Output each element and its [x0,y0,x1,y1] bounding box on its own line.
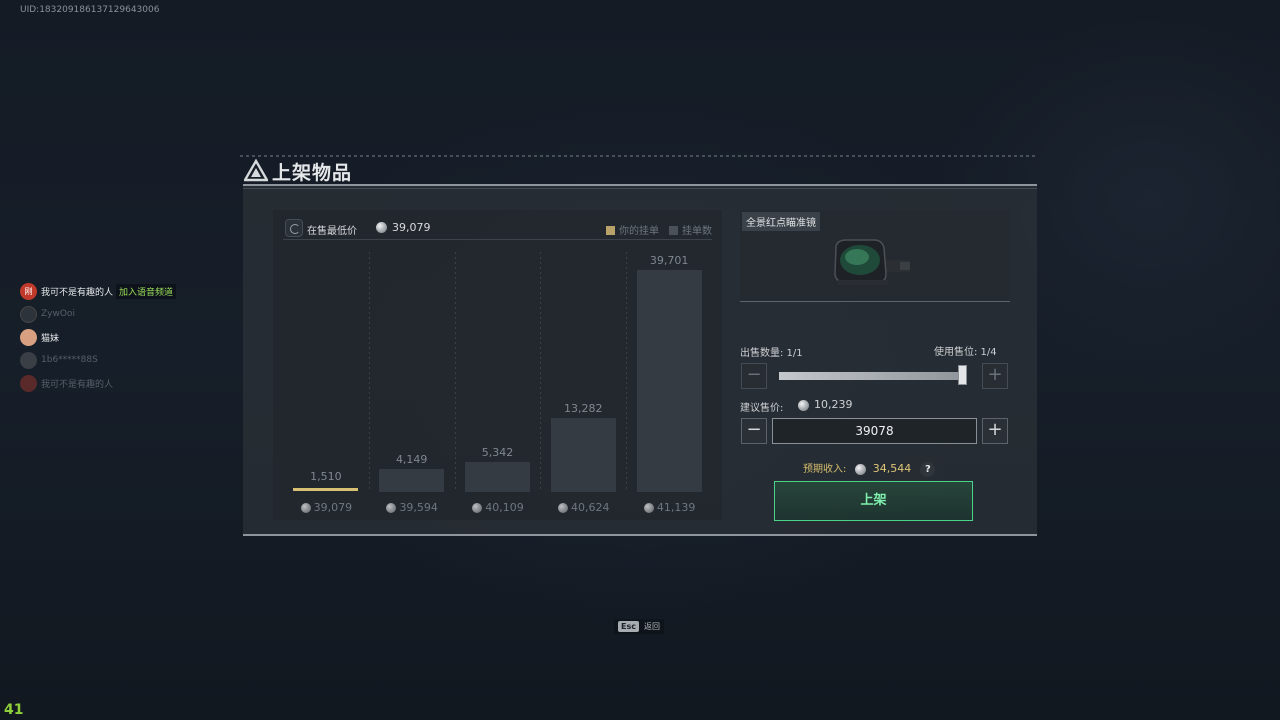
expected-income-label: 预期收入: [803,464,847,475]
quantity-slider[interactable] [779,372,965,380]
coin-icon [300,503,311,513]
bar-value-label: 39,701 [649,254,689,267]
legend-swatch [606,226,615,235]
x-tick-text: 39,079 [313,501,353,514]
expected-income-value: 34,544 [872,462,912,475]
coin-icon [472,503,483,513]
x-tick-label: 41,139 [627,501,712,514]
avatar [20,305,37,323]
quantity-slider-handle[interactable] [958,365,967,385]
x-tick-text: 39,594 [399,501,438,514]
refresh-icon[interactable] [285,219,303,237]
help-icon[interactable]: ? [920,462,936,477]
bar-value-label: 4,149 [395,452,428,466]
chart-header: 在售最低价 39,079 你的挂单 挂单数 [283,216,712,240]
item-name: 全景红点瞄准镜 [742,212,820,231]
grid-line [626,252,628,492]
red-dot-sight-icon [834,239,910,285]
esc-key-icon: Esc [618,621,639,632]
avatar [20,374,37,392]
suggested-price-value: 10,239 [814,398,853,411]
divider [243,188,1037,189]
voice-user-name: 1b6*****88S [41,355,98,365]
fps-counter: 41 [4,702,24,718]
price-decrease-button[interactable]: − [741,418,767,444]
voice-user: 我可不是有趣的人 [20,374,220,392]
price-input[interactable]: 39078 [772,418,977,444]
avatar: 刚 [20,282,37,300]
chart-bar[interactable] [465,462,530,492]
chart-legend: 你的挂单 挂单数 [606,222,712,237]
legend-item-yours: 你的挂单 [606,222,659,237]
x-tick-label: 40,624 [541,501,626,514]
avatar [20,351,37,369]
x-tick-text: 40,624 [571,501,610,514]
voice-user: 1b6*****88S [20,351,220,369]
grid-line [454,252,456,492]
chart-bar[interactable] [550,417,616,492]
voice-user-name: 我可不是有趣的人 [41,379,114,390]
used-slots-label: 使用售位: 1/4 [934,347,997,358]
voice-user: 刚 我可不是有趣的人 加入语音频道 [20,282,220,300]
divider [240,155,1038,157]
chart-bar[interactable] [636,270,702,492]
quantity-decrease-button[interactable]: − [741,363,767,389]
price-increase-button[interactable]: + [982,418,1008,444]
dialog-title: 上架物品 [272,162,353,184]
dialog-header: 上架物品 [240,155,1038,185]
join-voice-link[interactable]: 加入语音频道 [116,283,177,299]
chart-bar[interactable] [379,468,445,492]
voice-user-name: ZywOoi [41,309,75,319]
voice-user-name: 猫妹 [41,333,60,344]
voice-user-name: 我可不是有趣的人 [41,287,114,298]
coin-icon [558,503,569,513]
uid-label: UID:1832091861371296430​06 [20,5,160,15]
bar-value-label: 5,342 [481,446,514,460]
bar-value-label: 13,282 [564,401,603,415]
x-tick-text: 40,109 [485,501,524,514]
x-tick-label: 39,594 [370,501,455,514]
esc-back-hint[interactable]: Esc 返回 [614,619,664,634]
sell-quantity-label: 出售数量: 1/1 [740,348,803,359]
x-tick-text: 41,139 [656,501,696,514]
triangle-logo-icon [244,159,268,182]
voice-chat-list: 刚 我可不是有趣的人 加入语音频道 ZywOoi 猫妹 1b6*****88S … [20,282,220,397]
voice-user: ZywOoi [20,305,220,323]
voice-user: 猫妹 [20,328,220,346]
legend-item-count: 挂单数 [669,222,712,237]
legend-label: 挂单数 [682,226,712,237]
list-item-button[interactable]: 上架 [774,481,973,521]
item-preview: 全景红点瞄准镜 [740,210,1010,302]
coin-icon [386,503,397,513]
your-listing-marker [293,488,359,491]
coin-icon [854,463,866,475]
chart-plot-area: 1,510 39,079 4,149 39,594 5,342 40,109 13,282 4… [283,246,712,514]
bar-value-label: 1,510 [310,470,342,483]
avatar [20,328,37,346]
coin-icon [376,222,387,233]
listing-panel: 在售最低价 39,079 你的挂单 挂单数 1,510 39,079 4,149 39… [243,184,1037,536]
coin-icon [798,400,809,411]
x-tick-label: 39,079 [284,501,369,514]
x-tick-label: 40,109 [456,501,541,514]
quantity-increase-button[interactable]: + [982,363,1008,389]
back-label: 返回 [643,622,660,631]
suggested-price-label: 建议售价: [740,403,784,414]
lowest-price-value: 39,079 [392,221,431,234]
grid-line [540,252,542,492]
price-distribution-chart: 在售最低价 39,079 你的挂单 挂单数 1,510 39,079 4,149 39… [273,210,722,520]
expected-income: 预期收入: 34,544 ? [803,460,936,477]
lowest-price-label: 在售最低价 [307,226,357,237]
grid-line [368,252,370,492]
legend-label: 你的挂单 [619,226,659,237]
legend-swatch [669,226,678,235]
coin-icon [643,503,654,513]
